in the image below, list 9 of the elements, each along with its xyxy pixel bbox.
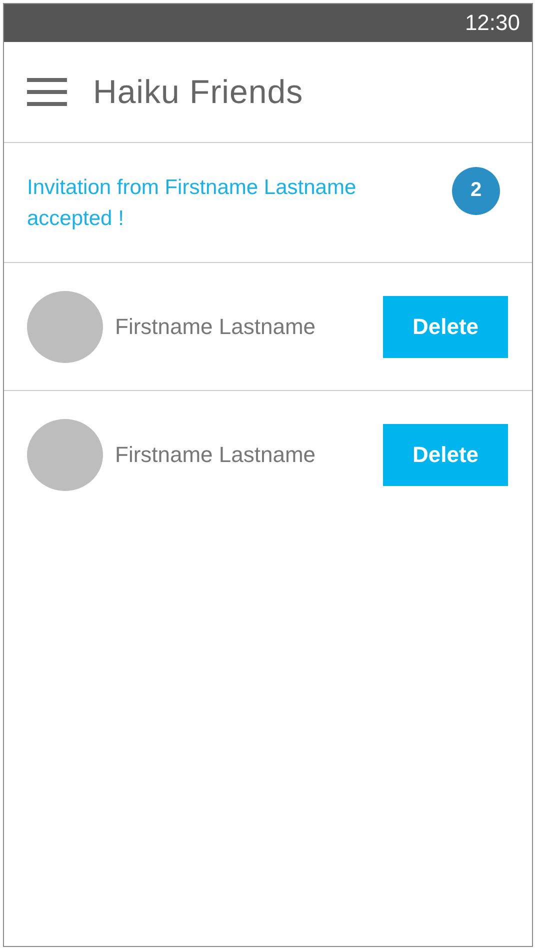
menu-icon[interactable] bbox=[27, 78, 67, 106]
notification-text: Invitation from Firstname Lastname accepted ! bbox=[27, 174, 358, 232]
friend-name: Firstname Lastname bbox=[115, 442, 317, 468]
delete-button[interactable]: Delete bbox=[383, 424, 508, 486]
status-time: 12:30 bbox=[464, 10, 520, 36]
friend-name: Firstname Lastname bbox=[115, 314, 317, 340]
notification-count: 2 bbox=[452, 166, 500, 214]
delete-button[interactable]: Delete bbox=[383, 296, 508, 358]
app-title: Haiku Friends bbox=[93, 73, 304, 111]
